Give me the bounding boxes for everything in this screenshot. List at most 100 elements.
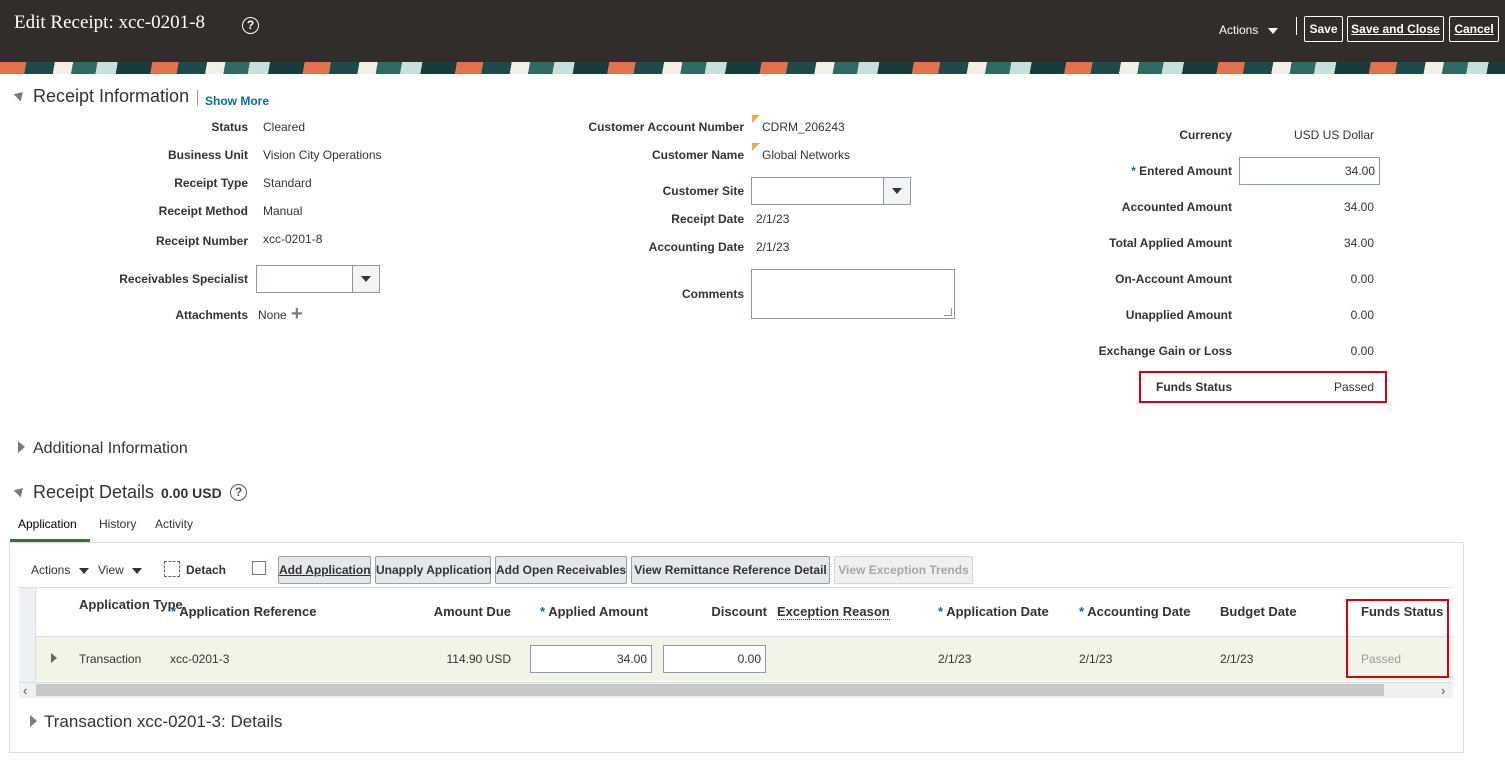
customer-name-value: Global Networks	[762, 148, 851, 162]
tab-activity[interactable]: Activity	[155, 517, 193, 531]
chevron-down-icon	[892, 188, 902, 194]
receipt-number-value: xcc-0201-8	[263, 232, 323, 246]
comments-label: Comments	[681, 287, 744, 301]
expand-row-icon[interactable]	[51, 653, 57, 663]
receivables-specialist-select[interactable]	[256, 265, 380, 293]
unapplied-amount-value: 0.00	[1350, 308, 1374, 322]
page-header	[0, 0, 1505, 62]
cell-amount-due: 114.90 USD	[446, 652, 511, 666]
required-marker: *	[1131, 164, 1136, 178]
header-separator	[1296, 17, 1297, 35]
col-amount-due[interactable]: Amount Due	[434, 604, 511, 619]
receipt-details-amount: 0.00 USD	[161, 485, 222, 501]
show-more-link[interactable]: Show More	[205, 94, 269, 108]
add-attachment-icon[interactable]: +	[291, 304, 303, 324]
cancel-button[interactable]: Cancel	[1449, 16, 1499, 42]
applied-amount-input[interactable]: 34.00	[530, 645, 652, 673]
view-exception-trends-button: View Exception Trends	[834, 556, 973, 584]
table-top-border	[19, 587, 1453, 588]
applied-amount-value: 34.00	[616, 652, 647, 666]
transaction-details-title[interactable]: Transaction xcc-0201-3: Details	[44, 712, 282, 732]
chevron-down-icon	[132, 567, 143, 574]
col-applied-amount-wrap[interactable]: * Applied Amount	[540, 604, 648, 619]
required-marker: *	[540, 604, 546, 619]
help-icon[interactable]: ?	[230, 484, 247, 501]
col-exception-reason[interactable]: Exception Reason	[777, 604, 890, 620]
entered-amount-input[interactable]: 34.00	[1239, 157, 1380, 185]
total-applied-amount-label: Total Applied Amount	[1109, 236, 1232, 250]
add-application-button[interactable]: Add Application	[278, 556, 371, 584]
exchange-gain-loss-label: Exchange Gain or Loss	[1098, 344, 1232, 358]
funds-status-label: Funds Status	[1155, 380, 1232, 394]
receipt-date-value: 2/1/23	[756, 212, 790, 226]
additional-information-title[interactable]: Additional Information	[33, 440, 188, 458]
receipt-number-label: Receipt Number	[155, 234, 248, 248]
unapply-application-button[interactable]: Unapply Application	[375, 556, 492, 584]
dropdown-button[interactable]	[883, 178, 910, 204]
resize-handle-icon[interactable]	[944, 308, 952, 316]
table-actions-label: Actions	[31, 563, 71, 577]
receipt-information-title: Receipt Information	[33, 86, 190, 106]
chevron-down-icon	[1267, 27, 1278, 34]
collapse-triangle-icon[interactable]	[13, 88, 27, 102]
status-label: Status	[211, 120, 248, 134]
table-actions-menu[interactable]: Actions	[31, 563, 89, 577]
cancel-button-label: Cancel	[1454, 22, 1494, 36]
row-selector-column	[19, 588, 36, 682]
accounted-amount-value: 34.00	[1343, 200, 1374, 214]
accounting-date-label: Accounting Date	[648, 240, 744, 254]
col-discount[interactable]: Discount	[711, 604, 767, 619]
add-application-label: Add Application	[279, 563, 371, 577]
col-application-reference-wrap[interactable]: * Application Reference	[171, 604, 316, 619]
detach-icon[interactable]	[164, 561, 180, 577]
unapply-application-label: Unapply Application	[376, 563, 492, 577]
total-applied-amount-value: 34.00	[1343, 236, 1374, 250]
customer-site-label: Customer Site	[662, 184, 744, 198]
expand-triangle-icon[interactable]	[18, 441, 25, 453]
entered-amount-label-wrap: * Entered Amount	[1131, 164, 1232, 178]
view-remittance-reference-detail-button[interactable]: View Remittance Reference Detail	[631, 556, 830, 584]
collapse-triangle-icon[interactable]	[13, 484, 27, 498]
col-application-type[interactable]: Application Type	[79, 597, 183, 613]
tab-application[interactable]: Application	[18, 517, 77, 531]
scroll-left-icon[interactable]: ‹	[23, 683, 27, 698]
customer-site-select[interactable]	[751, 177, 911, 205]
expand-triangle-icon[interactable]	[30, 715, 37, 727]
table-view-menu[interactable]: View	[98, 563, 143, 577]
table-view-label: View	[98, 563, 124, 577]
cell-application-reference[interactable]: xcc-0201-3	[170, 652, 229, 666]
accounted-amount-label: Accounted Amount	[1121, 200, 1232, 214]
col-budget-date[interactable]: Budget Date	[1220, 604, 1297, 619]
business-unit-label: Business Unit	[167, 148, 248, 162]
help-icon[interactable]: ?	[242, 17, 259, 34]
scrollbar-thumb[interactable]	[36, 684, 1384, 696]
add-open-receivables-button[interactable]: Add Open Receivables	[495, 556, 627, 584]
col-application-date-wrap[interactable]: * Application Date	[938, 604, 1049, 619]
discount-input[interactable]: 0.00	[663, 645, 766, 673]
funds-status-value: Passed	[1333, 380, 1374, 394]
accounting-date-value: 2/1/23	[756, 240, 790, 254]
view-exception-trends-label: View Exception Trends	[838, 563, 969, 577]
scroll-right-icon[interactable]: ›	[1441, 683, 1445, 698]
save-and-close-button[interactable]: Save and Close	[1347, 16, 1444, 42]
entered-amount-value: 34.00	[1344, 164, 1375, 178]
status-value: Cleared	[263, 120, 306, 134]
dropdown-button[interactable]	[352, 266, 379, 292]
col-accounting-date: Accounting Date	[1087, 604, 1191, 619]
customer-account-number-value: CDRM_206243	[762, 120, 845, 134]
freeze-columns-icon[interactable]	[252, 561, 266, 575]
col-application-date: Application Date	[946, 604, 1049, 619]
customer-account-number-label: Customer Account Number	[588, 120, 744, 134]
add-open-receivables-label: Add Open Receivables	[496, 563, 627, 577]
unapplied-amount-label: Unapplied Amount	[1125, 308, 1232, 322]
save-button[interactable]: Save	[1304, 16, 1343, 42]
header-actions-menu[interactable]: Actions	[1219, 23, 1278, 37]
detach-button[interactable]: Detach	[186, 563, 226, 577]
view-remittance-label: View Remittance Reference Detail	[634, 563, 827, 577]
tab-history[interactable]: History	[99, 517, 136, 531]
col-accounting-date-wrap[interactable]: * Accounting Date	[1079, 604, 1191, 619]
comments-textarea[interactable]	[751, 269, 955, 319]
currency-label: Currency	[1179, 128, 1232, 142]
receipt-method-label: Receipt Method	[158, 204, 248, 218]
header-actions-label: Actions	[1219, 23, 1259, 37]
